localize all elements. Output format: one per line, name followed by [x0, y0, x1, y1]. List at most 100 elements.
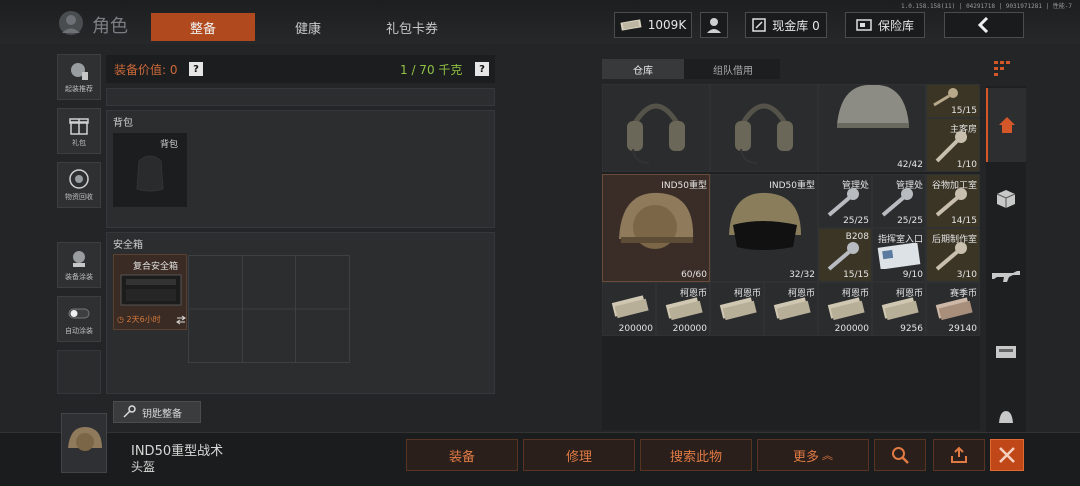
- key-sort-label: 钥匙整备: [142, 408, 182, 420]
- outfit-recommend-button[interactable]: 起装推荐: [57, 54, 101, 100]
- tab-storage[interactable]: 仓库: [602, 59, 684, 79]
- item-headset[interactable]: [602, 84, 710, 172]
- search-item-button[interactable]: 搜索此物: [640, 439, 752, 471]
- season-coin-icon: [935, 297, 973, 321]
- selected-item-thumbnail: [61, 413, 107, 473]
- item-cash[interactable]: 柯恩币 200000: [818, 282, 872, 336]
- item-count: 3/10: [956, 270, 977, 280]
- key-item-icon: [935, 188, 967, 217]
- nav-weapon[interactable]: [986, 238, 1026, 312]
- headset-icon: [735, 103, 793, 164]
- safe-vault-button[interactable]: 保险库: [845, 12, 925, 38]
- cash-vault-button[interactable]: 现金库 0: [745, 12, 827, 38]
- cash-vault-icon: [752, 18, 767, 32]
- item-helmet-visor[interactable]: IND50重型 32/32: [710, 174, 818, 282]
- item-cash[interactable]: 柯恩币: [764, 282, 818, 336]
- outfit-recommend-icon: [71, 63, 88, 80]
- cash-icon: [827, 297, 865, 321]
- item-count: 15/15: [951, 106, 977, 116]
- nav-armor[interactable]: [986, 314, 1026, 388]
- helmet-icon: [837, 85, 909, 128]
- recycle-button[interactable]: 物资回收: [57, 162, 101, 208]
- backpack-icon: [136, 155, 164, 192]
- tab-team-borrow[interactable]: 组队借用: [686, 59, 780, 79]
- item-key[interactable]: 主客房 1/10: [926, 118, 980, 172]
- gift-button[interactable]: 礼包: [57, 108, 101, 154]
- back-arrow-icon: [977, 17, 989, 33]
- item-cash[interactable]: 柯恩币: [710, 282, 764, 336]
- magnify-button[interactable]: [874, 439, 926, 471]
- operator-button[interactable]: [700, 12, 728, 38]
- item-key[interactable]: 管理处 25/25: [818, 174, 872, 228]
- item-count: 14/15: [951, 216, 977, 226]
- recycle-icon: [69, 169, 89, 189]
- gift-label: 礼包: [72, 139, 86, 147]
- cash-icon: [719, 297, 757, 321]
- item-key[interactable]: B208 15/15: [818, 228, 872, 282]
- auto-paint-toggle[interactable]: 自动涂装: [57, 296, 101, 342]
- backpack-slot-label: 背包: [160, 140, 179, 150]
- double-chevron-up-icon: ︽: [822, 449, 833, 462]
- side-empty-slot: [57, 350, 101, 394]
- safe-box-grid[interactable]: [188, 255, 350, 363]
- tab-equip[interactable]: 整备: [151, 13, 255, 41]
- item-key[interactable]: 15/15: [926, 84, 980, 118]
- loadout-divider-bar: [106, 88, 495, 106]
- key-item-icon: [827, 242, 859, 271]
- item-cash[interactable]: 柯恩币 9256: [872, 282, 926, 336]
- item-keycard[interactable]: 指挥室入口 9/10: [872, 228, 926, 282]
- item-count: 32/32: [789, 270, 815, 280]
- close-button[interactable]: [990, 439, 1024, 471]
- key-sort-button[interactable]: 钥匙整备: [113, 401, 201, 423]
- helmet-icon: [619, 192, 694, 249]
- item-key[interactable]: 管理处 25/25: [872, 174, 926, 228]
- cash-icon: [665, 297, 703, 321]
- item-count: 200000: [618, 324, 653, 334]
- item-key[interactable]: 后期制作室 3/10: [926, 228, 980, 282]
- key-item-icon: [881, 188, 913, 217]
- back-button[interactable]: [944, 12, 1024, 38]
- nav-box[interactable]: [986, 162, 1026, 236]
- share-button[interactable]: [933, 439, 985, 471]
- safe-box-icon: [120, 274, 182, 306]
- value-help-icon[interactable]: ?: [189, 62, 203, 76]
- item-key[interactable]: 谷物加工室 14/15: [926, 174, 980, 228]
- safe-vault-label: 保险库: [877, 18, 914, 33]
- item-count: 25/25: [897, 216, 923, 226]
- close-icon: [999, 447, 1015, 463]
- nav-more[interactable]: [986, 400, 1026, 432]
- safe-box-timer: ◷ 2天6小时: [117, 314, 161, 325]
- key-item-icon: [935, 242, 967, 271]
- helmet-visor-icon: [729, 192, 801, 250]
- item-helmet-selected[interactable]: IND50重型 60/60: [602, 174, 710, 282]
- safe-vault-icon: [856, 19, 872, 31]
- weight-readout: 1 / 70 千克: [400, 63, 463, 77]
- operator-icon: [707, 18, 721, 33]
- item-helmet[interactable]: 42/42: [818, 84, 926, 172]
- equip-button[interactable]: 装备: [406, 439, 518, 471]
- item-cash[interactable]: 200000: [602, 282, 656, 336]
- item-headset[interactable]: [710, 84, 818, 172]
- tab-gift-cards[interactable]: 礼包卡券: [362, 13, 462, 41]
- swap-icon[interactable]: [176, 315, 186, 325]
- gift-icon: [69, 118, 89, 135]
- cash-icon: [881, 297, 919, 321]
- magnify-icon: [892, 447, 909, 464]
- more-button[interactable]: 更多 ︽: [757, 439, 869, 471]
- repair-button[interactable]: 修理: [523, 439, 635, 471]
- paint-button[interactable]: 装备涂装: [57, 242, 101, 288]
- item-season-coin[interactable]: 赛季币 29140: [926, 282, 980, 336]
- money-display[interactable]: 1009K: [614, 12, 692, 38]
- money-amount: 1009K: [647, 18, 687, 32]
- money-icon: [620, 19, 642, 31]
- nav-home[interactable]: [986, 88, 1026, 162]
- weight-help-icon[interactable]: ?: [475, 62, 489, 76]
- character-icon: [59, 11, 83, 35]
- rifle-icon: [992, 271, 1020, 282]
- sort-icon[interactable]: [991, 55, 1017, 81]
- item-count: 200000: [672, 324, 707, 334]
- item-cash[interactable]: 柯恩币 200000: [656, 282, 710, 336]
- toggle-icon: [68, 308, 90, 319]
- tab-health[interactable]: 健康: [258, 13, 358, 41]
- cash-icon: [773, 297, 811, 321]
